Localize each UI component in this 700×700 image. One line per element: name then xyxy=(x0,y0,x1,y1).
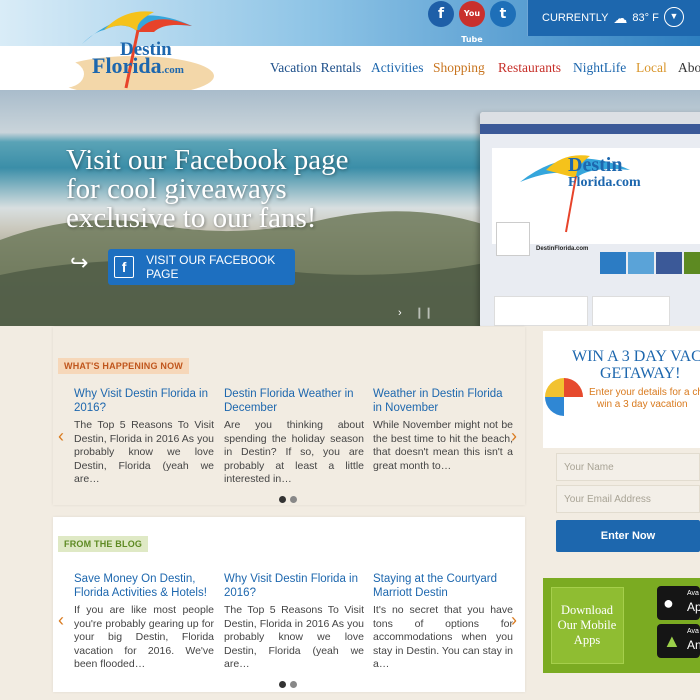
facebook-page-screenshot: Destin Florida.com DestinFlorida.com xyxy=(480,112,700,326)
app-store-button[interactable]: ● Ava Ap xyxy=(657,586,700,620)
weather-widget[interactable]: CURRENTLY ☁ 83° F ▼ xyxy=(527,0,700,36)
mock-post-panel xyxy=(494,296,588,326)
happening-tag: WHAT'S HAPPENING NOW xyxy=(58,358,189,374)
name-field[interactable]: Your Name xyxy=(556,453,700,481)
post-excerpt: Are you thinking about spending the holi… xyxy=(224,419,364,485)
site-logo[interactable]: Destin Florida.com xyxy=(34,4,234,100)
post-excerpt: While November might not be the best tim… xyxy=(373,419,513,472)
post-title[interactable]: Why Visit Destin Florida in 2016? xyxy=(74,388,214,415)
carousel-dot[interactable] xyxy=(290,681,297,688)
post-title[interactable]: Save Money On Destin, Florida Activities… xyxy=(74,573,214,600)
slider-pause-icon[interactable]: ❙❙ xyxy=(415,307,433,319)
mock-cover-name: Destin Florida.com xyxy=(568,154,641,190)
twitter-icon[interactable]: t xyxy=(490,1,516,27)
nav-shopping[interactable]: Shopping xyxy=(433,60,485,76)
carousel-dot-active[interactable] xyxy=(279,681,286,688)
post-title[interactable]: Destin Florida Weather in December xyxy=(224,388,364,415)
prev-arrow-icon[interactable]: ‹ xyxy=(58,610,64,631)
mock-thumb xyxy=(684,252,700,274)
curved-arrow-icon: ↪ xyxy=(70,250,89,275)
weather-label: CURRENTLY xyxy=(542,12,609,24)
post-title[interactable]: Weather in Destin Florida in November xyxy=(373,388,513,415)
enter-now-button[interactable]: Enter Now xyxy=(556,520,700,552)
facebook-icon[interactable]: f xyxy=(428,1,454,27)
visit-facebook-button[interactable]: f VISIT OUR FACEBOOK PAGE xyxy=(108,249,295,285)
apple-icon: ● xyxy=(663,593,674,613)
mock-thumb xyxy=(600,252,626,274)
mobile-apps-text: Download Our Mobile Apps xyxy=(557,603,617,647)
post-title[interactable]: Staying at the Courtyard Marriott Destin xyxy=(373,573,513,600)
nav-local[interactable]: Local xyxy=(636,60,667,76)
weather-temp: 83° F xyxy=(632,12,659,24)
slider-next-icon[interactable]: › xyxy=(398,307,402,319)
nav-restaurants[interactable]: Restaurants xyxy=(498,60,561,76)
post-excerpt: The Top 5 Reasons To Visit Destin, Flori… xyxy=(224,604,364,670)
slider-controls[interactable]: › ❙❙ xyxy=(398,306,433,319)
nav-about[interactable]: Abo xyxy=(678,60,700,76)
carousel-dots[interactable] xyxy=(279,490,303,503)
carousel-dot-active[interactable] xyxy=(279,496,286,503)
nav-vacation-rentals[interactable]: Vacation Rentals xyxy=(270,60,361,76)
chevron-down-icon[interactable]: ▼ xyxy=(664,7,684,27)
visit-facebook-label: VISIT OUR FACEBOOK PAGE xyxy=(146,253,276,281)
logo-text: Destin Florida.com xyxy=(92,39,184,78)
mock-thumb xyxy=(656,252,682,274)
giveaway-title: WIN A 3 DAY VACA GETAWAY! xyxy=(572,348,700,382)
mock-page-name: DestinFlorida.com xyxy=(536,246,589,252)
mock-side-panel xyxy=(592,296,670,326)
mock-thumb xyxy=(628,252,654,274)
android-icon: ▲ xyxy=(663,631,681,651)
thunder-cloud-icon: ☁ xyxy=(613,9,628,26)
post-excerpt: The Top 5 Reasons To Visit Destin, Flori… xyxy=(74,419,214,485)
giveaway-subtitle: Enter your details for a cha win a 3 day… xyxy=(589,387,700,410)
youtube-icon[interactable]: You Tube xyxy=(459,1,485,44)
post-excerpt: If you are like most people you're proba… xyxy=(74,604,214,670)
prev-arrow-icon[interactable]: ‹ xyxy=(58,426,64,447)
blog-tag: FROM THE BLOG xyxy=(58,536,149,552)
facebook-icon: f xyxy=(114,256,135,278)
nav-activities[interactable]: Activities xyxy=(371,60,424,76)
beach-ball-icon xyxy=(545,378,583,416)
carousel-dots[interactable] xyxy=(279,675,303,688)
post-excerpt: It's no secret that you have tons of opt… xyxy=(373,604,513,670)
google-play-button[interactable]: ▲ Ava An xyxy=(657,624,700,658)
nav-nightlife[interactable]: NightLife xyxy=(573,60,626,76)
hero-banner: Visit our Facebook page for cool giveawa… xyxy=(0,90,700,326)
hero-title: Visit our Facebook page for cool giveawa… xyxy=(66,144,349,234)
mock-umbrella-graphic xyxy=(520,155,630,233)
email-field[interactable]: Your Email Address xyxy=(556,485,700,513)
post-title[interactable]: Why Visit Destin Florida in 2016? xyxy=(224,573,364,600)
carousel-dot[interactable] xyxy=(290,496,297,503)
mock-profile-picture xyxy=(496,222,530,256)
